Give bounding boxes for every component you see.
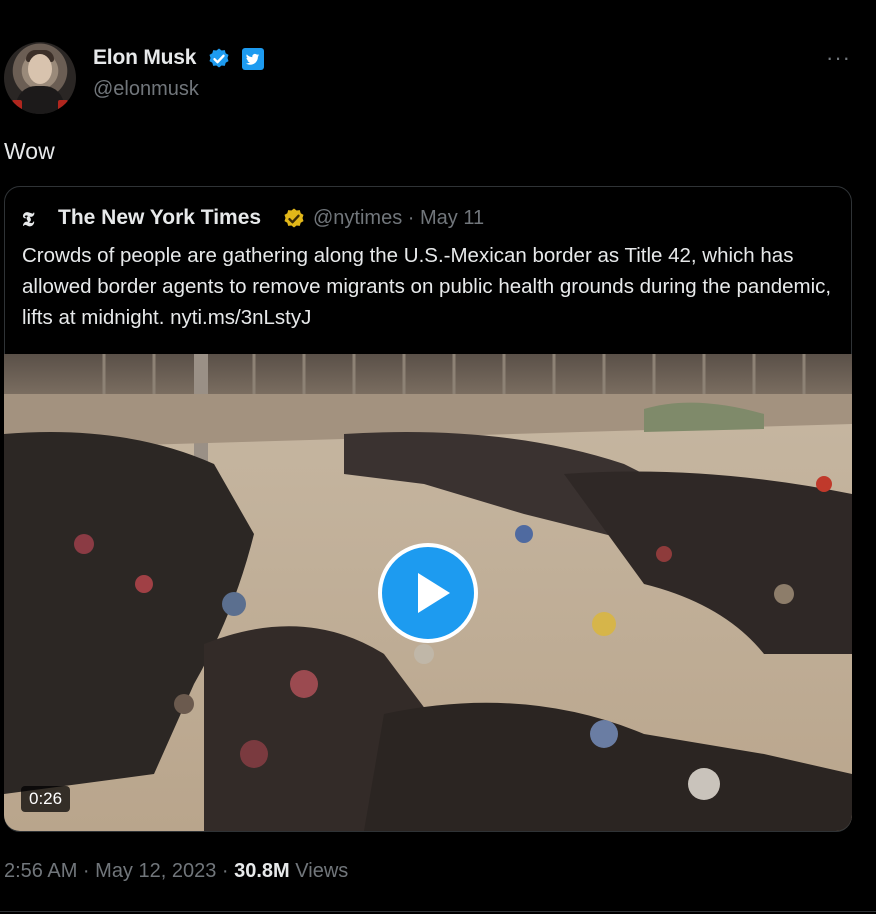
avatar-detail	[58, 100, 68, 112]
avatar-face	[28, 54, 52, 84]
play-icon	[418, 573, 450, 613]
quoted-display-name[interactable]: The New York Times	[58, 206, 261, 230]
twitter-bird-icon	[246, 53, 260, 65]
author-display-name[interactable]: Elon Musk	[93, 46, 196, 70]
verified-badge-icon[interactable]	[207, 47, 231, 71]
divider	[0, 911, 876, 912]
tweet-meta: 2:56 AM · May 12, 2023 · 30.8M Views	[4, 860, 348, 883]
quoted-tweet-text: Crowds of people are gathering along the…	[22, 244, 832, 329]
video-duration: 0:26	[21, 786, 71, 812]
tweet-page: Elon Musk @elonmusk ··· Wow 𝕿 The New Yo…	[0, 0, 876, 914]
author-handle[interactable]: @elonmusk	[93, 78, 199, 101]
gold-verified-badge-icon	[284, 208, 304, 228]
avatar[interactable]	[4, 42, 76, 114]
more-options-icon[interactable]: ···	[826, 47, 851, 69]
tweet-text: Wow	[4, 138, 55, 164]
avatar-suit	[16, 86, 64, 114]
views-label: Views	[289, 860, 349, 882]
play-button[interactable]	[378, 543, 478, 643]
nyt-logo-icon: 𝕿	[22, 207, 35, 231]
avatar-detail	[12, 100, 22, 112]
twitter-bird-badge-icon	[242, 48, 264, 70]
quoted-handle-date[interactable]: @nytimes · May 11	[313, 207, 484, 230]
views-count: 30.8M	[234, 860, 290, 882]
tweet-timestamp[interactable]: 2:56 AM · May 12, 2023 ·	[4, 860, 234, 882]
